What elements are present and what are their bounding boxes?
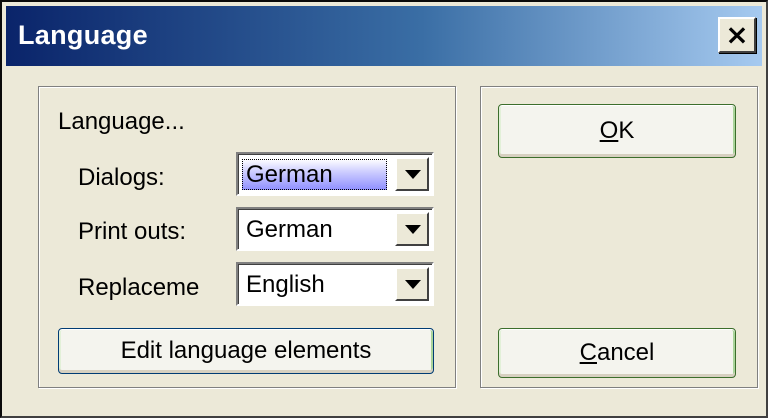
dialogs-label: Dialogs: xyxy=(78,164,165,191)
replacement-dropdown-button[interactable] xyxy=(395,267,429,301)
cancel-button[interactable]: Cancel xyxy=(498,328,736,378)
edit-language-elements-button[interactable]: Edit language elements xyxy=(58,328,434,374)
dialogs-select[interactable]: German xyxy=(236,152,434,196)
title-bar[interactable]: Language × xyxy=(6,6,762,66)
chevron-down-icon xyxy=(405,225,421,234)
printouts-select[interactable]: German xyxy=(236,207,434,251)
dialogs-dropdown-button[interactable] xyxy=(395,157,429,191)
group-caption: Language... xyxy=(58,108,185,135)
cancel-mnemonic: C xyxy=(579,339,597,366)
chevron-down-icon xyxy=(405,280,421,289)
printouts-dropdown-button[interactable] xyxy=(395,212,429,246)
printouts-select-value: German xyxy=(246,216,333,243)
replacement-select-value: English xyxy=(246,271,325,298)
language-dialog: Language × Language... Dialogs: German P… xyxy=(0,0,768,418)
cancel-label-rest: ancel xyxy=(596,339,655,366)
printouts-label: Print outs: xyxy=(78,218,187,245)
close-icon: × xyxy=(725,18,749,51)
dialogs-select-value: German xyxy=(242,159,387,190)
window-title: Language xyxy=(18,20,148,50)
replacement-label: Replaceme xyxy=(78,274,200,301)
edit-button-label: Edit language elements xyxy=(120,337,372,364)
replacement-select[interactable]: English xyxy=(236,262,434,306)
ok-label-rest: K xyxy=(618,117,635,144)
ok-mnemonic: O xyxy=(599,117,619,144)
ok-button[interactable]: OK xyxy=(498,104,736,158)
close-button[interactable]: × xyxy=(718,17,756,53)
chevron-down-icon xyxy=(405,170,421,179)
